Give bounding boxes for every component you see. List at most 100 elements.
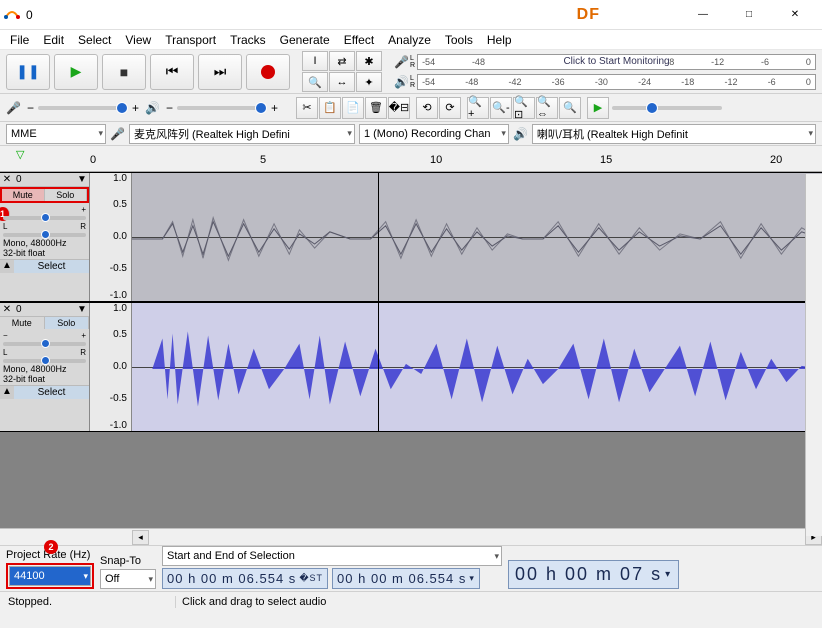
timeline-ruler[interactable]: ▽ 0 5 10 15 20	[0, 146, 822, 172]
paste-button[interactable]: 📄	[342, 97, 364, 119]
menu-tracks[interactable]: Tracks	[224, 31, 272, 49]
minimize-button[interactable]: —	[680, 0, 726, 30]
menu-file[interactable]: File	[4, 31, 35, 49]
track-control-panel: ✕0▼ Mute Solo 1 −+ LR Mono, 48000Hz32-bi…	[0, 173, 90, 301]
collapse-button[interactable]: ▲	[0, 260, 14, 273]
track-select-button[interactable]: Select	[14, 260, 89, 273]
track-pan-slider[interactable]	[3, 233, 86, 237]
fit-selection-button[interactable]: 🔍⊡	[513, 97, 535, 119]
envelope-tool[interactable]: ⇄	[329, 51, 355, 71]
horizontal-scrollbar[interactable]: ◂▸	[0, 528, 822, 545]
tracks-area: ✕0▼ Mute Solo 1 −+ LR Mono, 48000Hz32-bi…	[0, 172, 822, 528]
track-menu-button[interactable]: ▼	[75, 174, 89, 185]
play-at-speed-button[interactable]: ▶	[587, 97, 609, 119]
zoom-toggle-button[interactable]: 🔍	[559, 97, 581, 119]
menu-edit[interactable]: Edit	[37, 31, 70, 49]
multi-tool[interactable]: ✦	[356, 72, 382, 92]
waveform[interactable]	[132, 173, 822, 301]
status-hint: Click and drag to select audio	[176, 596, 326, 608]
solo-button[interactable]: Solo	[45, 189, 88, 201]
playback-meter[interactable]: 🔊 LR -54-48-42-36-30-24-18-12-60	[394, 73, 816, 91]
menu-generate[interactable]: Generate	[274, 31, 336, 49]
playback-volume-slider[interactable]: −+	[166, 101, 278, 115]
recording-meter[interactable]: 🎤 LR Click to Start Monitoring -54-488-1…	[394, 53, 816, 71]
cut-button[interactable]: ✂	[296, 97, 318, 119]
close-button[interactable]: ✕	[772, 0, 818, 30]
fit-project-button[interactable]: 🔍⇔	[536, 97, 558, 119]
skip-end-button[interactable]: ⏭	[198, 54, 242, 90]
recording-device-combo[interactable]: 麦克风阵列 (Realtek High Defini▾	[129, 124, 355, 144]
track-name[interactable]: 0	[14, 303, 75, 316]
mute-button[interactable]: Mute	[2, 189, 45, 201]
menu-transport[interactable]: Transport	[159, 31, 222, 49]
menu-tools[interactable]: Tools	[439, 31, 479, 49]
menu-help[interactable]: Help	[481, 31, 518, 49]
track-close-button[interactable]: ✕	[0, 304, 14, 315]
draw-tool[interactable]: ✱	[356, 51, 382, 71]
vertical-scale[interactable]: 1.00.50.0-0.5-1.0	[90, 173, 132, 301]
selection-end-box[interactable]: 00 h 00 m 06.554 s▾	[332, 568, 480, 589]
silence-button[interactable]: �⊟	[388, 97, 410, 119]
track-menu-button[interactable]: ▼	[75, 304, 89, 315]
track-close-button[interactable]: ✕	[0, 174, 14, 185]
zoom-out-button[interactable]: 🔍-	[490, 97, 512, 119]
timeshift-tool[interactable]: ↔	[329, 72, 355, 92]
trim-button[interactable]: 🗑	[365, 97, 387, 119]
menu-effect[interactable]: Effect	[338, 31, 380, 49]
snap-to-combo[interactable]: Off▾	[100, 569, 156, 589]
audio-position-box[interactable]: 00 h 00 m 07 s▾	[508, 560, 679, 589]
stop-button[interactable]: ■	[102, 54, 146, 90]
selection-start-box[interactable]: 00 h 00 m 06.554 s�ST	[162, 568, 328, 589]
track-row: ✕0▼ Mute Solo 1 −+ LR Mono, 48000Hz32-bi…	[0, 172, 822, 302]
recording-channels-combo[interactable]: 1 (Mono) Recording Chan▾	[359, 124, 509, 144]
window-title: 0	[26, 8, 33, 22]
edit-toolbar: ✂ 📋 📄 🗑 �⊟ ⟲ ⟳ 🔍+ 🔍- 🔍⊡ 🔍⇔ 🔍 ▶	[296, 97, 722, 119]
play-speed-slider[interactable]	[612, 97, 722, 119]
transport-toolbar: ❚❚ ▶ ■ ⏮ ⏭ I ⇄ ✱ 🔍 ↔ ✦ 🎤 LR Click to Sta…	[0, 50, 822, 94]
pause-button[interactable]: ❚❚	[6, 54, 50, 90]
skip-start-button[interactable]: ⏮	[150, 54, 194, 90]
vertical-scrollbar[interactable]	[805, 174, 822, 536]
device-toolbar: MME▾ 🎤 麦克风阵列 (Realtek High Defini▾ 1 (Mo…	[0, 122, 822, 146]
track-format-info: Mono, 48000Hz32-bit float	[0, 363, 89, 385]
recording-volume-slider[interactable]: −+	[27, 101, 139, 115]
mute-button[interactable]: Mute	[0, 317, 45, 329]
speaker-icon: 🔊	[145, 101, 160, 115]
undo-button[interactable]: ⟲	[416, 97, 438, 119]
watermark: DF	[577, 6, 600, 24]
selection-tool[interactable]: I	[302, 51, 328, 71]
speaker-icon: 🔊	[394, 75, 408, 89]
play-button[interactable]: ▶	[54, 54, 98, 90]
solo-button[interactable]: Solo	[45, 317, 90, 329]
selection-toolbar: 2 Project Rate (Hz) 44100▾ Snap-To Off▾ …	[0, 545, 822, 591]
track-row: ✕0▼ MuteSolo −+ LR Mono, 48000Hz32-bit f…	[0, 302, 822, 432]
vertical-scale[interactable]: 1.00.50.0-0.5-1.0	[90, 303, 132, 431]
menu-view[interactable]: View	[119, 31, 157, 49]
record-icon	[261, 65, 275, 79]
track-select-button[interactable]: Select	[14, 386, 89, 399]
waveform[interactable]	[132, 303, 822, 431]
maximize-button[interactable]: □	[726, 0, 772, 30]
track-pan-slider[interactable]	[3, 359, 86, 363]
copy-button[interactable]: 📋	[319, 97, 341, 119]
speaker-icon: 🔊	[513, 127, 528, 141]
mic-icon: 🎤	[6, 101, 21, 115]
collapse-button[interactable]: ▲	[0, 386, 14, 399]
menu-select[interactable]: Select	[72, 31, 117, 49]
selection-format-combo[interactable]: Start and End of Selection▾	[162, 546, 502, 566]
snap-to-label: Snap-To	[100, 555, 156, 567]
record-button[interactable]	[246, 54, 290, 90]
menu-analyze[interactable]: Analyze	[382, 31, 437, 49]
track-name[interactable]: 0	[14, 173, 75, 186]
playback-device-combo[interactable]: 喇叭/耳机 (Realtek High Definit▾	[532, 124, 816, 144]
zoom-tool[interactable]: 🔍	[302, 72, 328, 92]
redo-button[interactable]: ⟳	[439, 97, 461, 119]
track-gain-slider[interactable]	[3, 342, 86, 346]
zoom-in-button[interactable]: 🔍+	[467, 97, 489, 119]
mixer-toolbar: 🎤 −+ 🔊 −+ ✂ 📋 📄 🗑 �⊟ ⟲ ⟳ 🔍+ 🔍- 🔍⊡ 🔍⇔ 🔍 ▶	[0, 94, 822, 122]
track-gain-slider[interactable]	[3, 216, 86, 220]
track-control-panel: ✕0▼ MuteSolo −+ LR Mono, 48000Hz32-bit f…	[0, 303, 90, 431]
tracks-empty-area[interactable]	[0, 432, 822, 528]
audio-host-combo[interactable]: MME▾	[6, 124, 106, 144]
project-rate-combo[interactable]: 44100▾	[9, 566, 91, 586]
